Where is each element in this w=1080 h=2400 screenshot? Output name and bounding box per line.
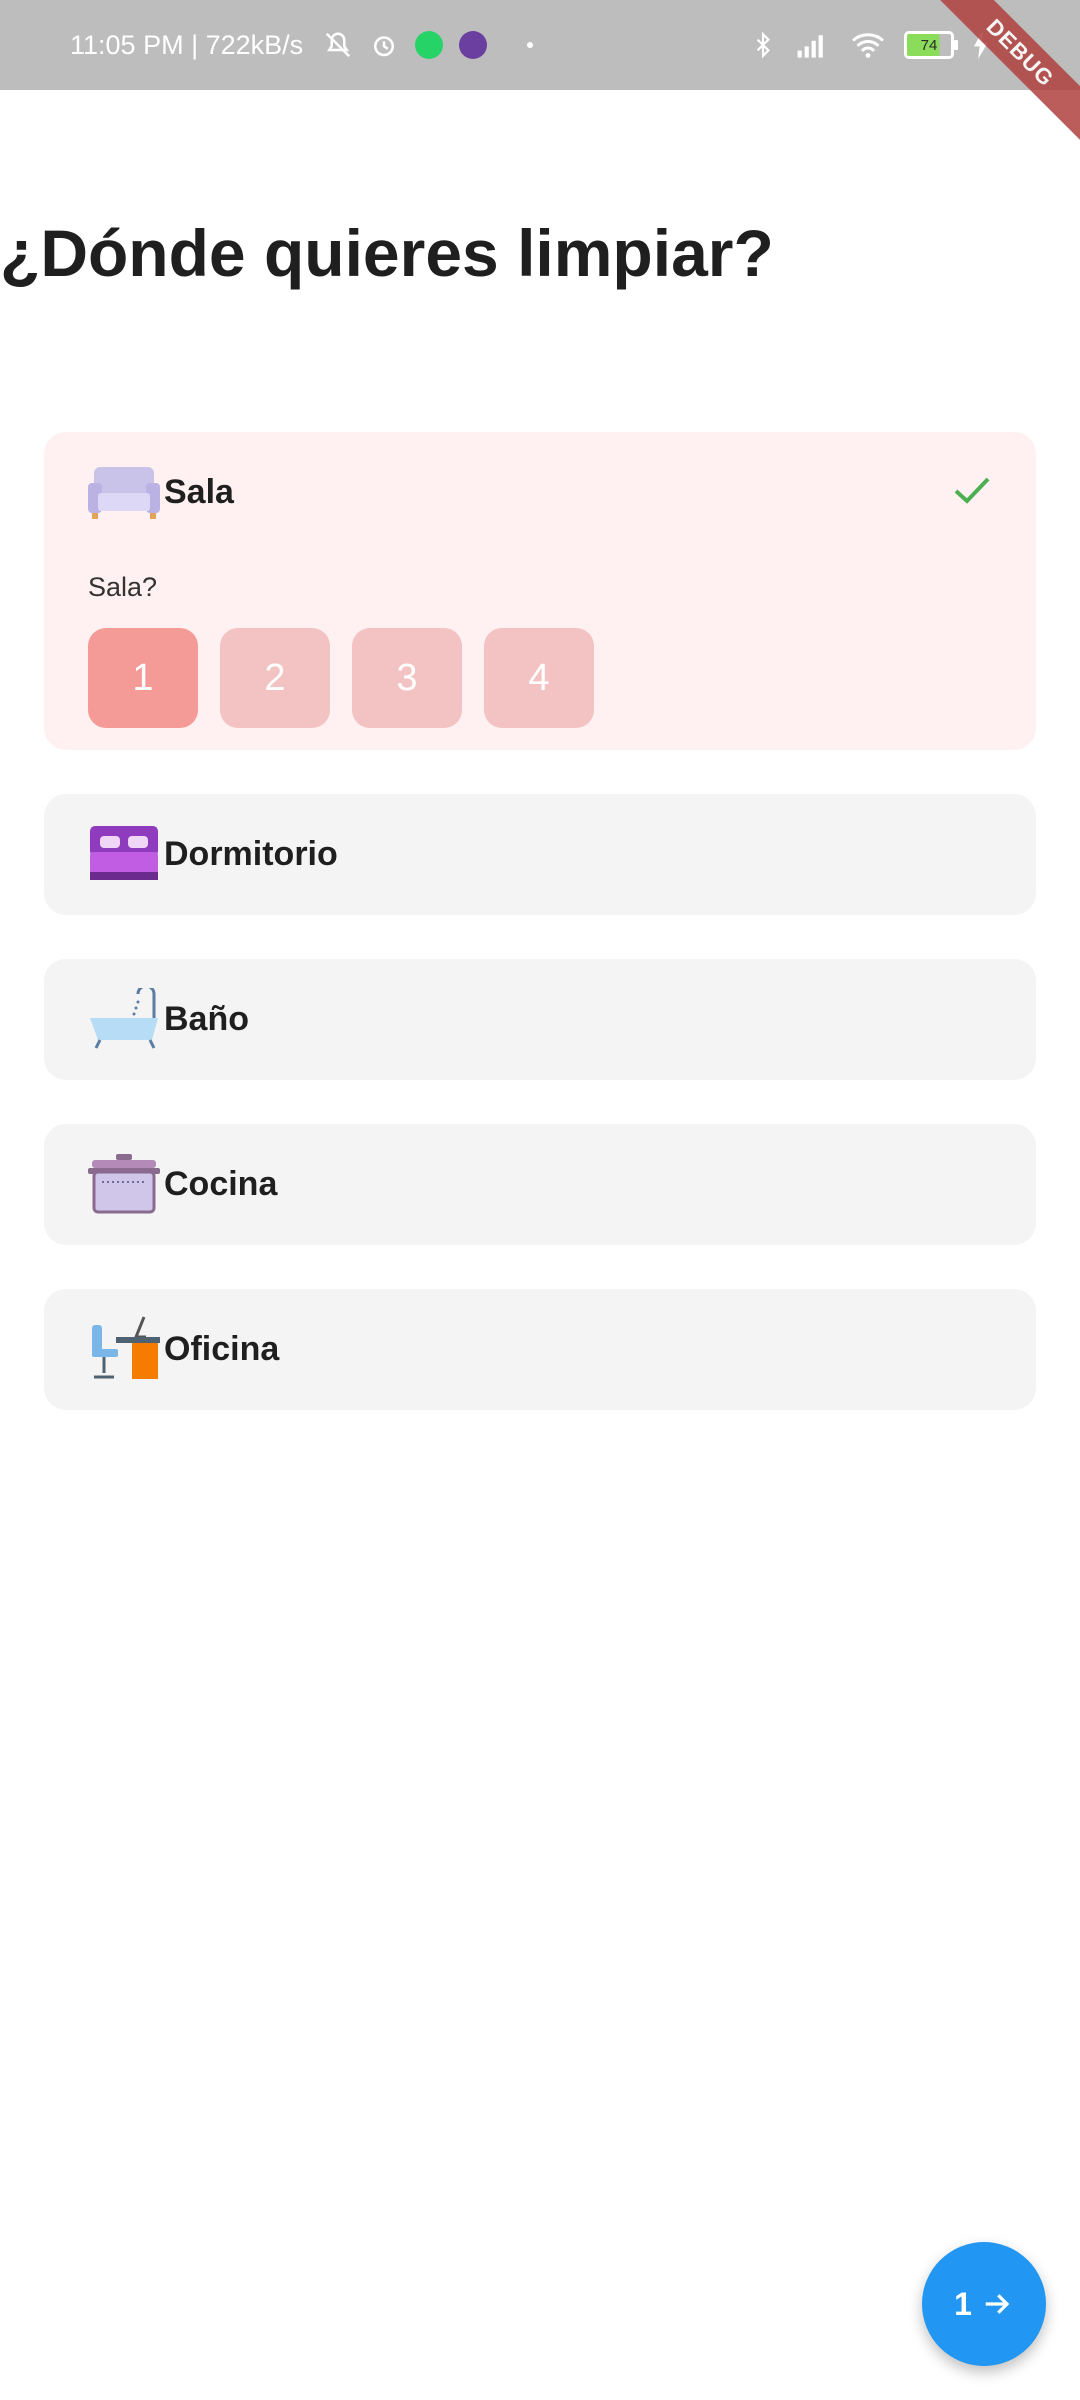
quantity-option-3[interactable]: 3 — [352, 628, 462, 728]
room-label-sala: Sala — [164, 472, 234, 511]
whatsapp-icon — [415, 31, 444, 59]
battery-icon: 74 — [904, 31, 958, 59]
quantity-option-1[interactable]: 1 — [88, 628, 198, 728]
signal-icon — [797, 35, 823, 58]
alarm-icon — [374, 36, 395, 57]
notifications-off-icon — [326, 32, 351, 58]
room-label-oficina: Oficina — [164, 1329, 280, 1368]
arrow-right-icon — [985, 2294, 1010, 2314]
status-bar: 11:05 PM | 722kB/s 74 — [0, 0, 1080, 90]
room-label-dormitorio: Dormitorio — [164, 834, 338, 873]
room-label-bano: Baño — [164, 999, 249, 1038]
office-desk-icon — [88, 1313, 160, 1385]
quantity-option-2[interactable]: 2 — [220, 628, 330, 728]
room-card-sala[interactable]: Sala Sala? 1 2 3 4 — [44, 432, 1036, 750]
quantity-selector: 1 2 3 4 — [88, 628, 594, 728]
cooking-pot-icon — [88, 1148, 160, 1220]
bed-icon — [88, 818, 160, 890]
status-time-speed: 11:05 PM | 722kB/s — [70, 29, 304, 60]
room-card-bano[interactable]: Baño — [44, 959, 1036, 1080]
page-title: ¿Dónde quieres limpiar? — [0, 216, 774, 290]
bathtub-icon — [88, 983, 160, 1055]
room-label-cocina: Cocina — [164, 1164, 278, 1203]
battery-level: 74 — [920, 36, 938, 54]
sofa-icon — [88, 456, 160, 528]
room-card-cocina[interactable]: Cocina — [44, 1124, 1036, 1245]
room-card-dormitorio[interactable]: Dormitorio — [44, 794, 1036, 915]
bluetooth-icon — [756, 31, 770, 59]
dot-icon — [527, 42, 534, 48]
quantity-option-4[interactable]: 4 — [484, 628, 594, 728]
room-card-oficina[interactable]: Oficina — [44, 1289, 1036, 1410]
room-question: Sala? — [88, 572, 158, 602]
wifi-icon — [852, 33, 884, 58]
next-fab-button[interactable]: 1 — [922, 2242, 1046, 2366]
app-s-icon — [459, 31, 488, 59]
check-icon — [952, 474, 992, 511]
fab-count: 1 — [954, 2285, 972, 2322]
